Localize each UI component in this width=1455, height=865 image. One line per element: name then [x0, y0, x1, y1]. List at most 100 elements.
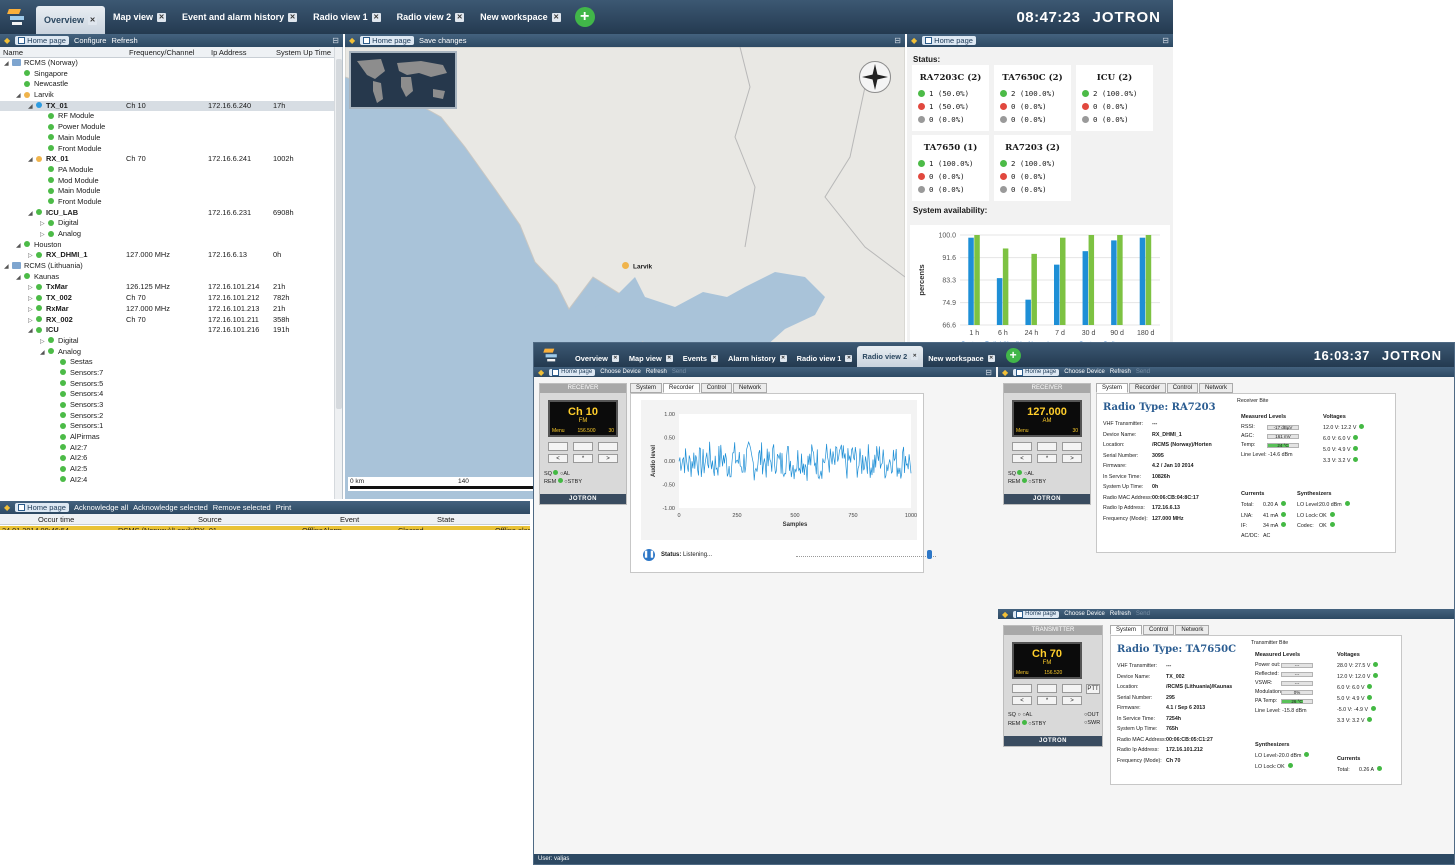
col-uptime[interactable]: System Up Time — [273, 48, 331, 57]
home-page-button[interactable]: Home page — [360, 36, 414, 45]
tree-row[interactable]: ◢ TX_01 Ch 10 172.16.6.240 17h — [0, 100, 342, 112]
tree-row[interactable]: AI2:6 — [0, 453, 342, 464]
tree-scrollbar[interactable] — [334, 47, 342, 499]
tab-system[interactable]: System — [630, 383, 663, 393]
choose-device-button[interactable]: Choose Device — [1064, 611, 1105, 617]
world-minimap[interactable] — [349, 51, 457, 109]
status-card[interactable]: TA7650C (2) 2 (100.0%) 0 (0.0%) 0 (0.0%) — [994, 65, 1071, 131]
col-event[interactable]: Event — [340, 515, 359, 524]
home-page-button[interactable]: Home page — [15, 503, 69, 512]
pin-icon[interactable]: ◆ — [4, 36, 10, 45]
close-icon[interactable]: ✕ — [611, 354, 619, 362]
close-icon[interactable]: ✕ — [987, 354, 995, 362]
status-card[interactable]: RA7203C (2) 1 (50.0%) 1 (50.0%) 0 (0.0%) — [912, 65, 989, 131]
tab-map-view[interactable]: Map view ✕ — [105, 5, 174, 29]
soft-key-3[interactable] — [1062, 684, 1082, 693]
pin-icon[interactable]: ◆ — [349, 36, 355, 45]
add-tab-button[interactable]: + — [574, 7, 595, 27]
refresh-button[interactable]: Refresh — [1110, 611, 1131, 617]
tree-row[interactable]: Sensors:2 — [0, 411, 342, 422]
star-button[interactable]: * — [1037, 454, 1057, 463]
col-ip[interactable]: Ip Address — [208, 48, 273, 57]
configure-button[interactable]: Configure — [74, 36, 107, 45]
col-frequency[interactable]: Frequency/Channel — [126, 48, 208, 57]
compass-icon[interactable] — [859, 61, 891, 93]
tree-row[interactable]: ▷ TX_002 Ch 70 172.16.101.212 782h — [0, 293, 342, 304]
tab-alarm-history[interactable]: Alarm history ✕ — [723, 349, 792, 367]
star-button[interactable]: * — [1037, 696, 1057, 705]
tree-row[interactable]: AlPirmas — [0, 432, 342, 443]
tree-row[interactable]: Sensors:3 — [0, 400, 342, 411]
print-button[interactable]: Print — [276, 503, 291, 512]
col-name[interactable]: Name — [0, 48, 126, 57]
ack-all-button[interactable]: Acknowledge all — [74, 503, 128, 512]
refresh-button[interactable]: Refresh — [1110, 369, 1131, 375]
status-card[interactable]: ICU (2) 2 (100.0%) 0 (0.0%) 0 (0.0%) — [1076, 65, 1153, 131]
alarm-row[interactable]: 24.01.2014 09:46:54 RCMS (Norway)/Larvik/… — [0, 526, 530, 530]
close-icon[interactable]: ✕ — [665, 354, 673, 362]
tree-row[interactable]: ◢ RCMS (Norway) — [0, 58, 342, 69]
soft-key-2[interactable] — [1037, 684, 1057, 693]
home-page-button[interactable]: Home page — [1013, 610, 1060, 618]
home-page-button[interactable]: Home page — [922, 36, 976, 45]
next-button[interactable]: > — [1062, 696, 1082, 705]
prev-button[interactable]: < — [1012, 696, 1032, 705]
pin-icon[interactable]: ◆ — [911, 36, 917, 45]
tab-overview[interactable]: Overview ✕ — [570, 349, 624, 367]
tab-network[interactable]: Network — [1175, 625, 1210, 635]
prev-button[interactable]: < — [1012, 454, 1032, 463]
tab-network[interactable]: Network — [733, 383, 768, 393]
star-button[interactable]: * — [573, 454, 593, 463]
tree-row[interactable]: ◢ Larvik — [0, 90, 342, 101]
close-icon[interactable]: ✕ — [288, 12, 298, 22]
tree-row[interactable]: Sensors:1 — [0, 421, 342, 432]
tree-row[interactable]: Sestas — [0, 357, 342, 368]
pause-button[interactable]: ❚❚ — [643, 549, 655, 561]
tree-row[interactable]: ◢ ICU_LAB 172.16.6.231 6908h — [0, 208, 342, 219]
tree-row[interactable]: Front Module — [0, 197, 342, 208]
tab-radio-view-2[interactable]: Radio view 2 ✕ — [389, 5, 473, 29]
tree-row[interactable]: ◢ Houston — [0, 240, 342, 251]
scroll-thumb[interactable] — [336, 59, 342, 409]
tree-row[interactable]: ▷ RX_DHMI_1 127.000 MHz 172.16.6.13 0h — [0, 250, 342, 261]
tree-row[interactable]: Singapore — [0, 69, 342, 80]
tree-row[interactable]: ▷ RX_002 Ch 70 172.16.101.211 358h — [0, 315, 342, 326]
tree-row[interactable]: ◢ RX_01 Ch 70 172.16.6.241 1002h — [0, 154, 342, 165]
refresh-button[interactable]: Refresh — [111, 36, 137, 45]
close-icon[interactable]: ✕ — [710, 354, 718, 362]
tree-row[interactable]: RF Module — [0, 111, 342, 122]
tree-row[interactable]: AI2:4 — [0, 475, 342, 486]
close-icon[interactable]: ✕ — [157, 12, 167, 22]
tab-control[interactable]: Control — [700, 383, 733, 393]
prev-button[interactable]: < — [548, 454, 568, 463]
tree-row[interactable]: ◢ RCMS (Lithuania) — [0, 261, 342, 272]
home-page-button[interactable]: Home page — [1013, 368, 1060, 376]
soft-key-3[interactable] — [598, 442, 618, 451]
tree-row[interactable]: ◢ Kaunas — [0, 272, 342, 283]
tab-overview[interactable]: Overview ✕ — [36, 6, 106, 34]
maximize-icon[interactable]: ⊟ — [985, 368, 992, 377]
pin-icon[interactable]: ◆ — [4, 503, 10, 512]
tree-row[interactable]: ▷ Digital — [0, 218, 342, 229]
slider-handle[interactable] — [927, 550, 932, 559]
pin-icon[interactable]: ◆ — [1002, 368, 1008, 377]
soft-key-2[interactable] — [1037, 442, 1057, 451]
close-icon[interactable]: ✕ — [551, 12, 561, 22]
tab-control[interactable]: Control — [1166, 383, 1199, 393]
home-page-button[interactable]: Home page — [549, 368, 596, 376]
tab-radio-view-2[interactable]: Radio view 2 ✕ — [857, 346, 924, 367]
volume-slider[interactable] — [796, 555, 936, 557]
refresh-button[interactable]: Refresh — [646, 369, 667, 375]
close-icon[interactable]: ✕ — [779, 354, 787, 362]
tree-row[interactable]: AI2:5 — [0, 464, 342, 475]
tree-row[interactable]: PA Module — [0, 165, 342, 176]
next-button[interactable]: > — [598, 454, 618, 463]
soft-key-1[interactable] — [1012, 442, 1032, 451]
tree-row[interactable]: Sensors:5 — [0, 379, 342, 390]
remove-selected-button[interactable]: Remove selected — [213, 503, 271, 512]
tree-row[interactable]: AI2:7 — [0, 443, 342, 454]
pin-icon[interactable]: ◆ — [1002, 610, 1008, 619]
tab-event-history[interactable]: Event and alarm history ✕ — [174, 5, 305, 29]
app-logo-icon[interactable] — [4, 5, 32, 29]
tree-row[interactable]: Sensors:7 — [0, 368, 342, 379]
